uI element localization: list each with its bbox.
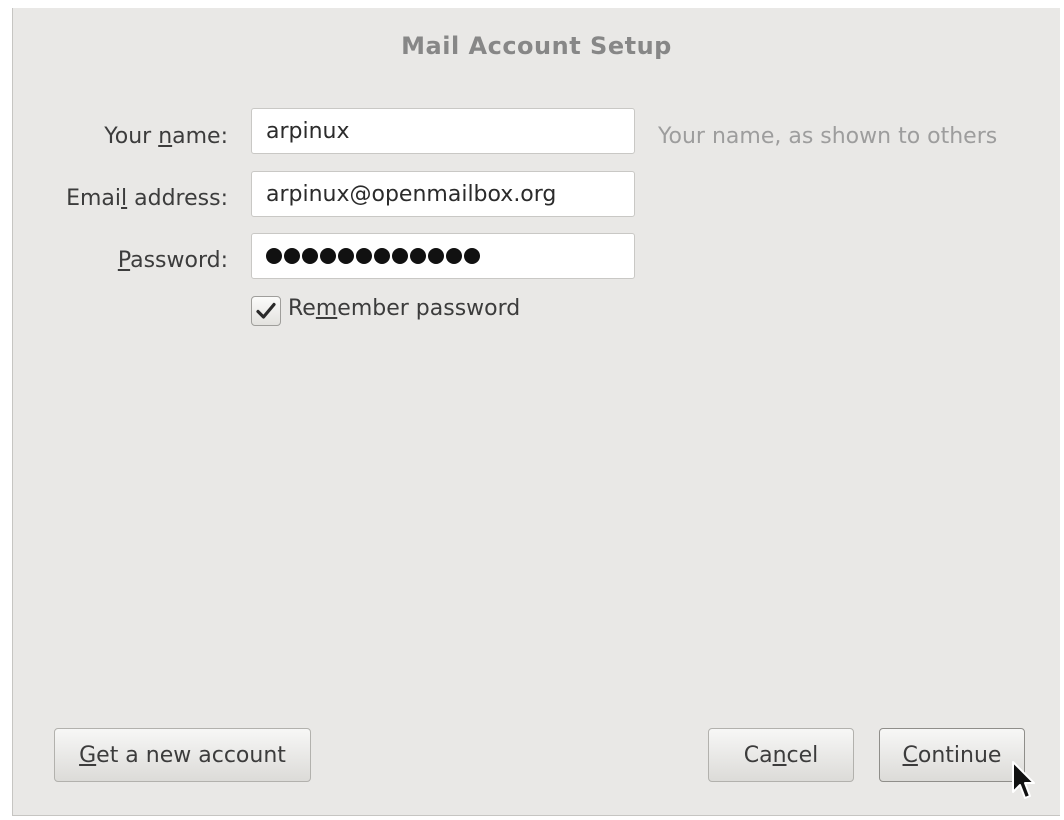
password-mask-dot: [428, 248, 444, 264]
password-mask-dot: [392, 248, 408, 264]
mouse-pointer-icon: [1012, 761, 1035, 799]
password-mask-dot: [356, 248, 372, 264]
email-address-label: Email address:: [66, 186, 228, 211]
your-name-hint: Your name, as shown to others: [658, 124, 998, 149]
password-mask-dot: [302, 248, 318, 264]
password-mask-dot: [266, 248, 282, 264]
mail-account-setup-dialog: Mail Account Setup Your name: Your name,…: [12, 8, 1060, 816]
password-mask-dot: [374, 248, 390, 264]
password-mask-dot: [320, 248, 336, 264]
email-address-input[interactable]: [251, 171, 635, 217]
password-mask-dot: [338, 248, 354, 264]
password-mask-dot: [410, 248, 426, 264]
your-name-label: Your name:: [104, 124, 228, 149]
check-icon: [256, 302, 276, 319]
dialog-title: Mail Account Setup: [401, 32, 672, 60]
cancel-button[interactable]: Cancel: [708, 728, 854, 782]
continue-button[interactable]: Continue: [879, 728, 1025, 782]
password-mask-dot: [284, 248, 300, 264]
remember-password-checkbox[interactable]: [251, 296, 281, 326]
password-mask-dot: [446, 248, 462, 264]
your-name-input[interactable]: [251, 108, 635, 154]
password-label: Password:: [117, 248, 228, 273]
password-mask-dot: [464, 248, 480, 264]
remember-password-label[interactable]: Remember password: [288, 296, 520, 321]
password-input[interactable]: [251, 233, 635, 279]
get-new-account-button[interactable]: Get a new account: [54, 728, 311, 782]
